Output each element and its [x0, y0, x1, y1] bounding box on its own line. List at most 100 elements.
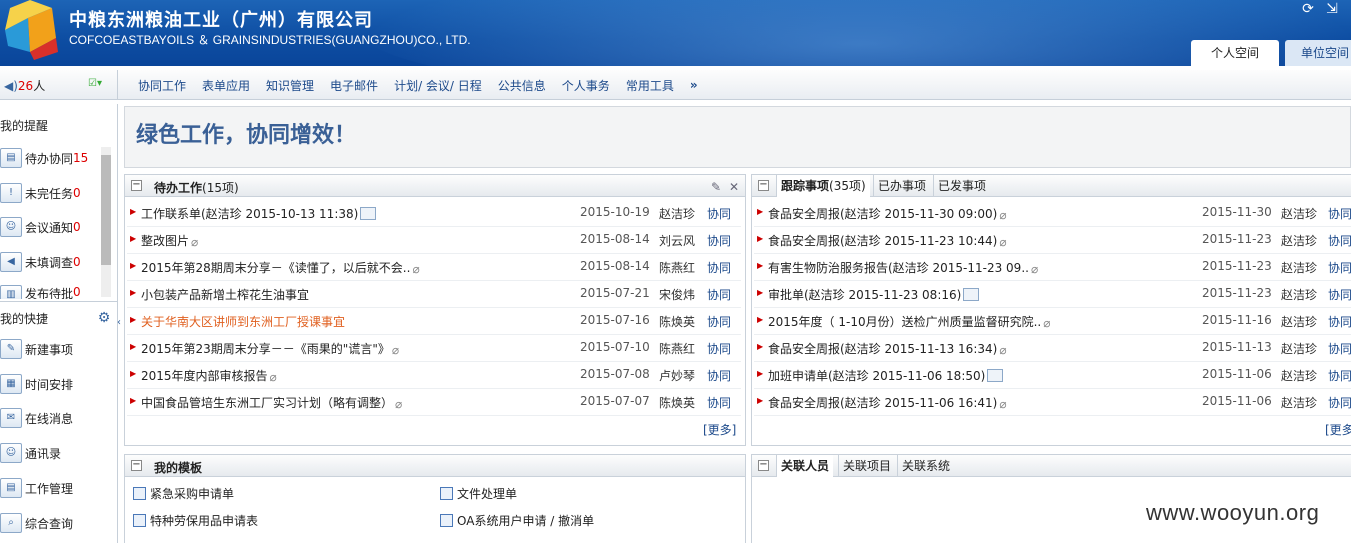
row-title[interactable]: 食品安全周报(赵洁珍 2015-11-23 10:44) ⌀ [768, 232, 1012, 249]
refresh-icon[interactable]: ⟳ [1299, 0, 1317, 18]
more-link[interactable]: [更多] [703, 421, 736, 438]
tab-related-projects[interactable]: 关联项目 [838, 455, 895, 477]
tab-sent[interactable]: 已发事项 [933, 175, 990, 197]
shortcut-work-manage[interactable]: ▤ 工作管理 [0, 476, 73, 500]
row-date: 2015-10-19 [580, 205, 650, 219]
nav-public-info[interactable]: 公共信息 [498, 77, 546, 94]
table-row[interactable]: ▶ 2015年度（ 1-10月份）送检广州质量监督研究院.. ⌀ 2015-11-16… [752, 307, 1351, 334]
row-title[interactable]: 2015年度内部审核报告 ⌀ [141, 367, 283, 384]
row-date: 2015-11-06 [1202, 367, 1272, 381]
logout-icon[interactable]: ⇲ [1323, 0, 1341, 18]
row-title[interactable]: 审批单(赵洁珍 2015-11-23 08:16) [768, 286, 980, 303]
nav-personal[interactable]: 个人事务 [562, 77, 610, 94]
row-title[interactable]: 食品安全周报(赵洁珍 2015-11-30 09:00) ⌀ [768, 205, 1012, 222]
status-dropdown-icon[interactable]: ☑▾ [88, 78, 108, 92]
sidebar-item-approvals[interactable]: ▥ 发布待批 0 [0, 285, 81, 299]
table-row[interactable]: ▶ 中国食品管培生东洲工厂实习计划（略有调整） ⌀ 2015-07-07 陈焕英 协同 [125, 388, 745, 415]
template-item[interactable]: OA系统用户申请 / 撤消单 [440, 507, 594, 534]
table-row[interactable]: ▶ 有害生物防治服务报告(赵洁珍 2015-11-23 09.. ⌀ 2015-11-… [752, 253, 1351, 280]
sidebar-item-tasks[interactable]: ! 未完任务 0 [0, 181, 81, 205]
close-icon[interactable]: ✕ [725, 178, 743, 196]
nav-collaboration[interactable]: 协同工作 [138, 77, 186, 94]
row-type-link[interactable]: 协同 [1328, 340, 1351, 357]
table-row[interactable]: ▶ 食品安全周报(赵洁珍 2015-11-30 09:00) ⌀ 2015-11-30… [752, 199, 1351, 226]
table-row[interactable]: ▶ 整改图片 ⌀ 2015-08-14 刘云风 协同 [125, 226, 745, 253]
settings-icon[interactable]: ⚙ [95, 309, 113, 327]
table-row[interactable]: ▶ 食品安全周报(赵洁珍 2015-11-06 16:41) ⌀ 2015-11-06… [752, 388, 1351, 415]
row-title[interactable]: 2015年第28期周末分享－《读懂了，以后就不会.. ⌀ [141, 259, 425, 276]
shortcut-new-item[interactable]: ✎ 新建事项 [0, 337, 73, 361]
row-title[interactable]: 食品安全周报(赵洁珍 2015-11-13 16:34) ⌀ [768, 340, 1012, 357]
table-row[interactable]: ▶ 食品安全周报(赵洁珍 2015-11-23 10:44) ⌀ 2015-11-23… [752, 226, 1351, 253]
template-item[interactable]: 紧急采购申请单 [133, 480, 234, 507]
edit-icon[interactable]: ✎ [707, 178, 725, 196]
row-type-link[interactable]: 协同 [707, 340, 731, 357]
table-row[interactable]: ▶ 2015年第28期周末分享－《读懂了，以后就不会.. ⌀ 2015-08-14 陈燕… [125, 253, 745, 280]
nav-more-icon[interactable]: » [690, 78, 698, 92]
row-title[interactable]: 关于华南大区讲师到东洲工厂授课事宜 [141, 313, 345, 330]
row-type-link[interactable]: 协同 [1328, 286, 1351, 303]
row-type-link[interactable]: 协同 [707, 394, 731, 411]
row-type-link[interactable]: 协同 [1328, 205, 1351, 222]
table-row[interactable]: ▶ 2015年度内部审核报告 ⌀ 2015-07-08 卢妙琴 协同 [125, 361, 745, 388]
row-title[interactable]: 加班申请单(赵洁珍 2015-11-06 18:50) [768, 367, 1004, 384]
tab-unit-space[interactable]: 单位空间 [1285, 40, 1351, 66]
row-title[interactable]: 食品安全周报(赵洁珍 2015-11-06 16:41) ⌀ [768, 394, 1012, 411]
row-type-link[interactable]: 协同 [1328, 367, 1351, 384]
table-row[interactable]: ▶ 2015年第23期周末分享－－《雨果的"谎言"》 ⌀ 2015-07-10 陈燕红协… [125, 334, 745, 361]
row-title[interactable]: 2015年第23期周末分享－－《雨果的"谎言"》 ⌀ [141, 340, 405, 357]
row-type-link[interactable]: 协同 [707, 313, 731, 330]
sidebar-item-pending[interactable]: ▤ 待办协同 15 [0, 146, 88, 170]
row-title[interactable]: 工作联系单(赵洁珍 2015-10-13 11:38) [141, 205, 377, 222]
sidebar-item-surveys[interactable]: ◀ 未填调查 0 [0, 250, 81, 274]
collapse-sidebar-icon[interactable]: ‹ [115, 314, 123, 332]
nav-plan-meeting[interactable]: 计划/ 会议/ 日程 [394, 77, 482, 94]
row-type-link[interactable]: 协同 [707, 259, 731, 276]
shortcut-messages[interactable]: ✉ 在线消息 [0, 406, 73, 430]
row-type-link[interactable]: 协同 [1328, 394, 1351, 411]
row-type-link[interactable]: 协同 [707, 286, 731, 303]
document-icon [987, 369, 1004, 382]
row-title[interactable]: 中国食品管培生东洲工厂实习计划（略有调整） ⌀ [141, 394, 408, 411]
template-item[interactable]: 特种劳保用品申请表 [133, 507, 258, 534]
sidebar-item-meetings[interactable]: ☺ 会议通知 0 [0, 215, 81, 239]
bullet-icon: ▶ [757, 261, 764, 270]
nav-tools[interactable]: 常用工具 [626, 77, 674, 94]
table-row[interactable]: ▶ 食品安全周报(赵洁珍 2015-11-13 16:34) ⌀ 2015-11-13… [752, 334, 1351, 361]
shortcut-schedule[interactable]: ▦ 时间安排 [0, 372, 73, 396]
row-type-link[interactable]: 协同 [1328, 232, 1351, 249]
online-users[interactable]: ◀)26人 [4, 77, 45, 94]
tab-related-systems[interactable]: 关联系统 [897, 455, 954, 477]
form-icon [133, 514, 146, 527]
row-type-link[interactable]: 协同 [1328, 313, 1351, 330]
row-type-link[interactable]: 协同 [707, 232, 731, 249]
row-type-link[interactable]: 协同 [1328, 259, 1351, 276]
table-row[interactable]: ▶ 加班申请单(赵洁珍 2015-11-06 18:50) 2015-11-06 赵洁… [752, 361, 1351, 388]
more-link[interactable]: [更多 [1325, 421, 1351, 438]
row-type-link[interactable]: 协同 [707, 205, 731, 222]
table-row[interactable]: ▶ 关于华南大区讲师到东洲工厂授课事宜 2015-07-16 陈焕英 协同 [125, 307, 745, 334]
collapse-icon[interactable]: − [758, 460, 769, 471]
row-title[interactable]: 整改图片 ⌀ [141, 232, 204, 249]
collapse-icon[interactable]: − [131, 180, 142, 191]
table-row[interactable]: ▶ 审批单(赵洁珍 2015-11-23 08:16) 2015-11-23 赵洁珍协… [752, 280, 1351, 307]
row-type-link[interactable]: 协同 [707, 367, 731, 384]
table-row[interactable]: ▶ 小包装产品新增土榨花生油事宜 2015-07-21 宋俊炜 协同 [125, 280, 745, 307]
row-title[interactable]: 有害生物防治服务报告(赵洁珍 2015-11-23 09.. ⌀ [768, 259, 1044, 276]
row-title[interactable]: 小包装产品新增土榨花生油事宜 [141, 286, 309, 303]
nav-email[interactable]: 电子邮件 [330, 77, 378, 94]
tab-tracking[interactable]: 跟踪事项(35项) [776, 175, 870, 197]
tab-done[interactable]: 已办事项 [873, 175, 930, 197]
tab-related-people[interactable]: 关联人员 [776, 455, 834, 477]
shortcut-search[interactable]: ⌕ 综合查询 [0, 511, 73, 535]
table-row[interactable]: ▶ 工作联系单(赵洁珍 2015-10-13 11:38) 2015-10-19 赵洁… [125, 199, 745, 226]
reminders-scrollbar[interactable] [101, 147, 111, 297]
collapse-icon[interactable]: − [758, 180, 769, 191]
row-title[interactable]: 2015年度（ 1-10月份）送检广州质量监督研究院.. ⌀ [768, 313, 1056, 330]
nav-form-apps[interactable]: 表单应用 [202, 77, 250, 94]
collapse-icon[interactable]: − [131, 460, 142, 471]
nav-knowledge[interactable]: 知识管理 [266, 77, 314, 94]
shortcut-contacts[interactable]: ☺ 通讯录 [0, 441, 61, 465]
tab-personal-space[interactable]: 个人空间 [1191, 40, 1279, 66]
template-item[interactable]: 文件处理单 [440, 480, 517, 507]
